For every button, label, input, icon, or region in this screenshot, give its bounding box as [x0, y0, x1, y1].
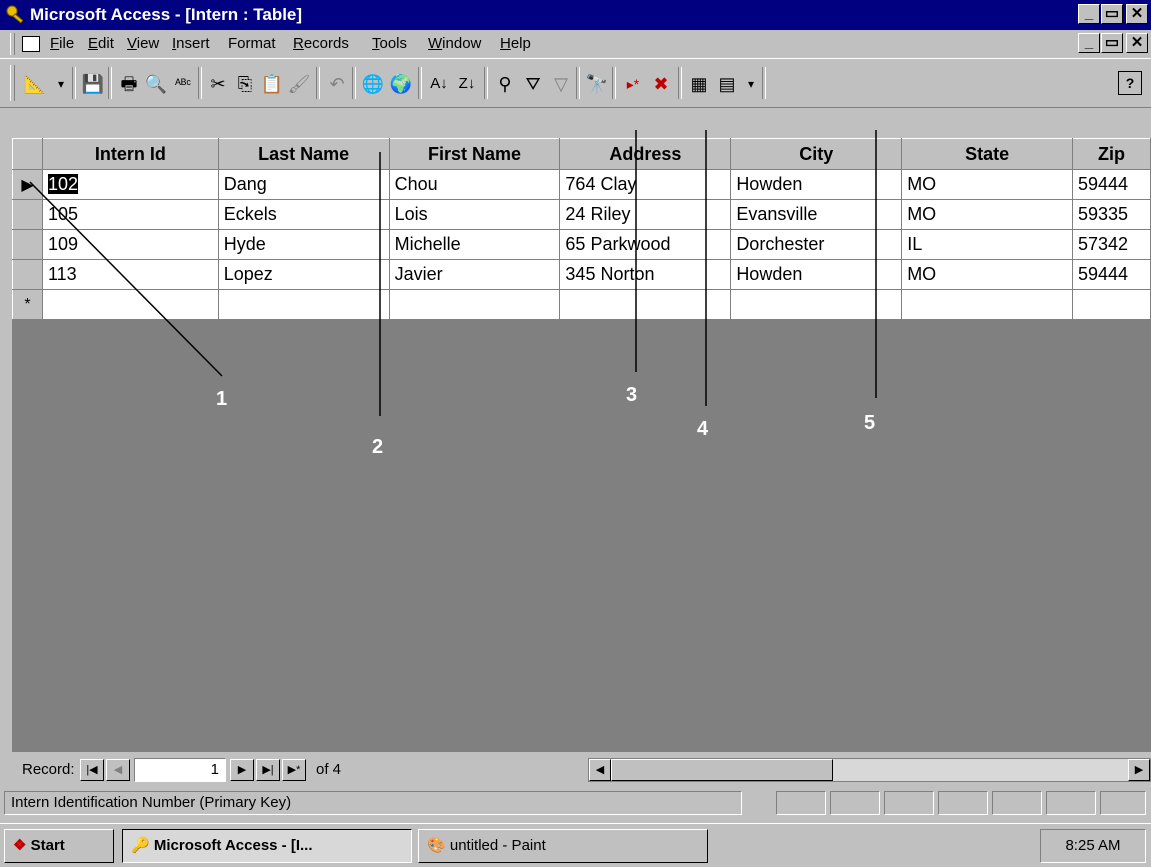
callout-number-2: 2 — [372, 436, 384, 458]
status-indicator — [776, 791, 826, 815]
taskbar: ❖ Start 🔑 Microsoft Access - [I... 🎨 unt… — [0, 823, 1151, 867]
task-access-button[interactable]: 🔑 Microsoft Access - [I... — [122, 829, 412, 863]
status-indicator — [830, 791, 880, 815]
system-clock: 8:25 AM — [1040, 829, 1146, 863]
next-record-button[interactable]: ▶ — [230, 759, 254, 781]
start-button[interactable]: ❖ Start — [4, 829, 114, 863]
previous-record-button[interactable]: ◀ — [106, 759, 130, 781]
status-bar: Intern Identification Number (Primary Ke… — [0, 787, 1151, 821]
scroll-right-button[interactable]: ▶ — [1128, 759, 1150, 781]
callout-number-3: 3 — [626, 384, 638, 406]
windows-logo-icon: ❖ — [13, 837, 27, 854]
first-record-button[interactable]: |◀ — [80, 759, 104, 781]
callout-line-1 — [29, 181, 223, 377]
new-record-nav-button[interactable]: ▶* — [282, 759, 306, 781]
status-indicator — [1046, 791, 1096, 815]
access-key-icon: 🔑 — [131, 837, 150, 854]
record-count: of 4 — [316, 761, 342, 778]
task-paint-button[interactable]: 🎨 untitled - Paint — [418, 829, 708, 863]
scroll-left-button[interactable]: ◀ — [589, 759, 611, 781]
last-record-button[interactable]: ▶| — [256, 759, 280, 781]
task-paint-label: untitled - Paint — [449, 837, 546, 854]
status-text: Intern Identification Number (Primary Ke… — [4, 791, 742, 815]
status-indicator — [884, 791, 934, 815]
callout-number-5: 5 — [864, 412, 876, 434]
record-number-input[interactable]: 1 — [134, 758, 226, 782]
start-label: Start — [30, 837, 65, 854]
status-indicator — [938, 791, 988, 815]
callout-number-4: 4 — [697, 418, 709, 440]
task-access-label: Microsoft Access - [I... — [153, 837, 313, 854]
scroll-thumb[interactable] — [611, 759, 833, 781]
status-indicator — [1100, 791, 1146, 815]
horizontal-scrollbar[interactable]: ◀ ▶ — [588, 758, 1151, 782]
status-indicator — [992, 791, 1042, 815]
record-navigation-bar: Record: |◀ ◀ 1 ▶ ▶| ▶* of 4 ◀ ▶ — [12, 755, 1151, 785]
callout-lines — [29, 130, 877, 416]
record-label: Record: — [22, 761, 75, 778]
callout-number-1: 1 — [216, 388, 228, 410]
paint-icon: 🎨 — [427, 837, 446, 854]
